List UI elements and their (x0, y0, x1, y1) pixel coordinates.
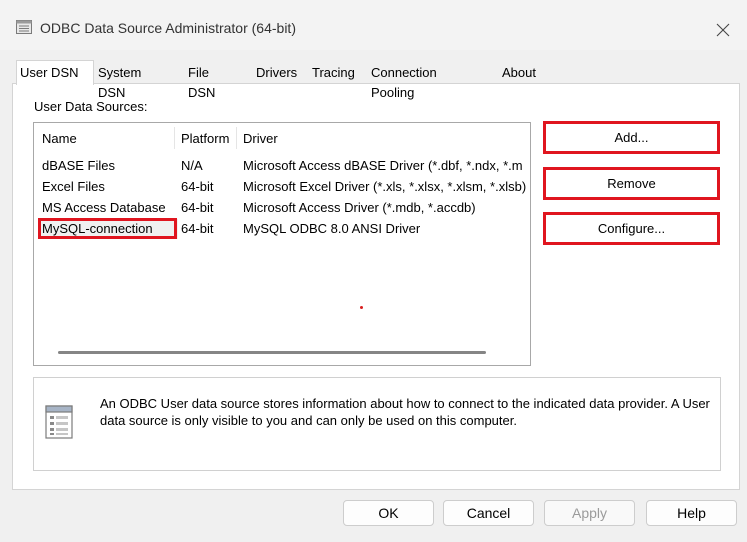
column-divider[interactable] (236, 127, 237, 149)
ok-button[interactable]: OK (343, 500, 434, 526)
column-header-driver[interactable]: Driver (243, 131, 278, 146)
row-driver: Microsoft Access dBASE Driver (*.dbf, *.… (243, 158, 523, 173)
row-name: Excel Files (42, 179, 105, 194)
row-platform: N/A (181, 158, 203, 173)
remove-button[interactable]: Remove (543, 167, 720, 200)
tab-connection-pooling[interactable]: Connection Pooling (368, 63, 440, 100)
row-driver: MySQL ODBC 8.0 ANSI Driver (243, 221, 421, 236)
window-close-button[interactable] (700, 10, 746, 50)
row-platform: 64-bit (181, 179, 214, 194)
list-row-ms-access-database[interactable]: MS Access Database 64-bit Microsoft Acce… (34, 198, 530, 219)
title-bar: ODBC Data Source Administrator (64-bit) (0, 0, 747, 50)
row-name: MS Access Database (42, 200, 166, 215)
info-description: An ODBC User data source stores informat… (100, 396, 710, 428)
list-row-dbase-files[interactable]: dBASE Files N/A Microsoft Access dBASE D… (34, 156, 530, 177)
help-button[interactable]: Help (646, 500, 737, 526)
tab-file-dsn[interactable]: File DSN (185, 63, 218, 100)
cancel-button[interactable]: Cancel (443, 500, 534, 526)
list-header: Name Platform Driver (34, 123, 530, 153)
list-row-excel-files[interactable]: Excel Files 64-bit Microsoft Excel Drive… (34, 177, 530, 198)
row-driver: Microsoft Access Driver (*.mdb, *.accdb) (243, 200, 476, 215)
row-name: dBASE Files (42, 158, 115, 173)
annotation-dot (360, 306, 363, 309)
list-row-mysql-connection[interactable]: MySQL-connection 64-bit MySQL ODBC 8.0 A… (34, 218, 530, 240)
apply-button[interactable]: Apply (544, 500, 635, 526)
add-button[interactable]: Add... (543, 121, 720, 154)
configure-button[interactable]: Configure... (543, 212, 720, 245)
tab-user-dsn[interactable]: User DSN (16, 60, 94, 85)
column-header-platform[interactable]: Platform (181, 131, 229, 146)
row-platform: 64-bit (181, 200, 214, 215)
column-divider[interactable] (174, 127, 175, 149)
row-platform: 64-bit (181, 221, 214, 236)
window-title: ODBC Data Source Administrator (64-bit) (40, 20, 296, 36)
info-panel: An ODBC User data source stores informat… (33, 377, 721, 471)
close-icon (716, 23, 730, 37)
tab-system-dsn[interactable]: System DSN (95, 63, 144, 100)
column-header-name[interactable]: Name (42, 131, 77, 146)
horizontal-scrollbar[interactable] (58, 351, 486, 354)
tab-tracing[interactable]: Tracing (309, 63, 358, 83)
odbc-app-icon (16, 20, 32, 34)
tab-about[interactable]: About (499, 63, 539, 83)
row-name: MySQL-connection (42, 221, 153, 236)
tab-drivers[interactable]: Drivers (253, 63, 300, 83)
row-driver: Microsoft Excel Driver (*.xls, *.xlsx, *… (243, 179, 527, 194)
user-data-sources-label: User Data Sources: (34, 99, 148, 114)
user-data-sources-list[interactable]: Name Platform Driver dBASE Files N/A Mic… (33, 122, 531, 366)
data-source-info-icon (44, 402, 78, 442)
